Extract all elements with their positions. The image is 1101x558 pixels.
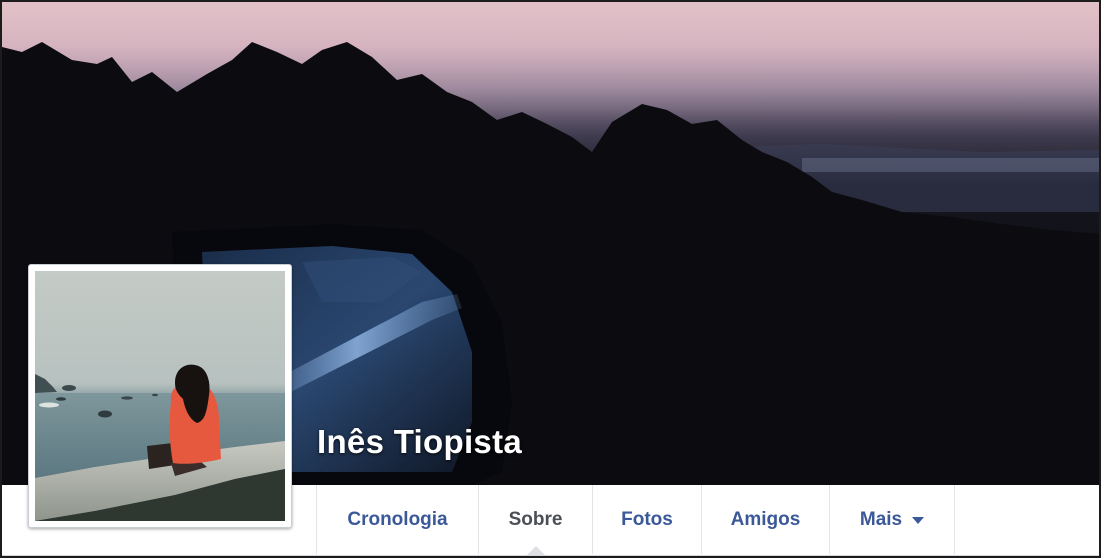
tab-label: Amigos [730,508,801,530]
profile-tabs: Cronologia Sobre Fotos Amigos Mais [316,485,955,555]
profile-header: Inês Tiopista Cronologia Sobre Fotos Ami… [0,0,1101,558]
tab-cronologia[interactable]: Cronologia [317,485,479,554]
tab-label: Fotos [621,508,673,530]
tab-fotos[interactable]: Fotos [593,485,702,554]
profile-name[interactable]: Inês Tiopista [317,423,522,461]
caret-down-icon [912,517,925,524]
tab-sobre[interactable]: Sobre [479,485,593,555]
profile-picture[interactable] [35,271,285,521]
tab-label: Cronologia [347,508,448,530]
tab-label: Sobre [508,508,563,530]
profile-picture-scene [35,364,285,521]
profile-picture-frame[interactable] [28,264,292,528]
tab-label: Mais [859,508,903,530]
tab-amigos[interactable]: Amigos [702,485,830,554]
tab-mais[interactable]: Mais [830,485,955,554]
